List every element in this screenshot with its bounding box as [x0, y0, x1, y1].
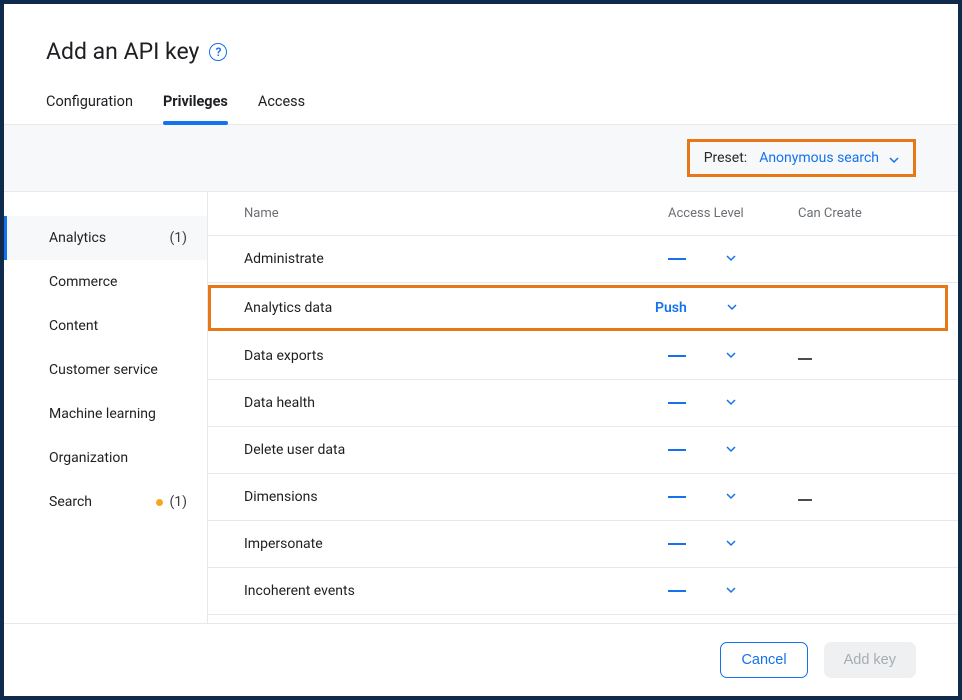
privilege-name: Delete user data: [244, 442, 668, 458]
sidebar-item-count-wrap: (1): [156, 494, 187, 510]
chevron-down-icon: [726, 251, 736, 267]
sidebar-item-label: Customer service: [49, 362, 158, 378]
sidebar-item-label: Machine learning: [49, 406, 156, 422]
preset-bar: Preset: Anonymous search: [4, 125, 958, 192]
table-row: Delete user data: [208, 427, 958, 474]
access-level-dropdown[interactable]: [668, 536, 798, 552]
can-create-cell: [798, 348, 928, 364]
preset-label: Preset:: [704, 150, 748, 166]
privilege-name: Dimensions: [244, 489, 668, 505]
col-header-access-level: Access Level: [668, 206, 798, 221]
page-title: Add an API key: [46, 38, 199, 65]
sidebar-item-label: Analytics: [49, 230, 106, 246]
cancel-button[interactable]: Cancel: [720, 642, 807, 678]
table-row: Dimensions: [208, 474, 958, 521]
privilege-name: Impersonate: [244, 536, 668, 552]
sidebar-item-search[interactable]: Search (1): [4, 480, 207, 524]
privileges-table: Name Access Level Can Create Administrat…: [208, 192, 958, 623]
access-level-dropdown[interactable]: [668, 442, 798, 458]
privilege-name: Incoherent events: [244, 583, 668, 599]
access-level-dropdown[interactable]: [668, 489, 798, 505]
preset-dropdown[interactable]: Anonymous search: [759, 150, 899, 166]
tab-configuration[interactable]: Configuration: [46, 83, 133, 124]
sidebar-item-content[interactable]: Content: [4, 304, 207, 348]
chevron-down-icon: [726, 395, 736, 411]
sidebar-item-label: Commerce: [49, 274, 117, 290]
sidebar-item-machine-learning[interactable]: Machine learning: [4, 392, 207, 436]
sidebar-item-commerce[interactable]: Commerce: [4, 260, 207, 304]
table-row: Data exports: [208, 333, 958, 380]
chevron-down-icon: [727, 300, 737, 316]
table-row: Analytics dataPush: [208, 285, 948, 331]
sidebar-item-label: Content: [49, 318, 98, 334]
dash-icon: [668, 355, 686, 357]
warning-dot-icon: [156, 499, 163, 506]
sidebar-item-label: Organization: [49, 450, 128, 466]
table-header-row: Name Access Level Can Create: [208, 192, 958, 236]
dash-icon: [668, 449, 686, 451]
dash-icon: [668, 590, 686, 592]
preset-value-text: Anonymous search: [759, 150, 879, 166]
sidebar-item-count: (1): [169, 494, 187, 510]
dash-icon: [798, 499, 812, 501]
privilege-name: Data health: [244, 395, 668, 411]
sidebar-item-customer-service[interactable]: Customer service: [4, 348, 207, 392]
table-row: Impersonate: [208, 521, 958, 568]
access-level-value: Push: [655, 300, 687, 316]
dash-icon: [668, 258, 686, 260]
privilege-name: Administrate: [244, 251, 668, 267]
col-header-name: Name: [244, 206, 668, 221]
chevron-down-icon: [726, 348, 736, 364]
chevron-down-icon: [726, 536, 736, 552]
col-header-can-create: Can Create: [798, 206, 928, 221]
chevron-down-icon: [889, 153, 899, 163]
tabs: Configuration Privileges Access: [4, 83, 958, 125]
category-sidebar: Analytics (1) Commerce Content Customer …: [4, 192, 208, 623]
tab-privileges[interactable]: Privileges: [163, 83, 228, 124]
access-level-dropdown[interactable]: Push: [655, 300, 785, 316]
table-row: Administrate: [208, 236, 958, 283]
access-level-dropdown[interactable]: [668, 348, 798, 364]
dash-icon: [668, 402, 686, 404]
sidebar-item-analytics[interactable]: Analytics (1): [4, 216, 207, 260]
table-row: Data health: [208, 380, 958, 427]
chevron-down-icon: [726, 442, 736, 458]
privilege-name: Data exports: [244, 348, 668, 364]
content-area: Analytics (1) Commerce Content Customer …: [4, 192, 958, 624]
modal-header: Add an API key ?: [4, 4, 958, 83]
sidebar-item-count: (1): [169, 230, 187, 246]
chevron-down-icon: [726, 489, 736, 505]
chevron-down-icon: [726, 583, 736, 599]
access-level-dropdown[interactable]: [668, 583, 798, 599]
table-row: Incoherent events: [208, 568, 958, 615]
sidebar-item-label: Search: [49, 494, 92, 510]
preset-selector-highlight: Preset: Anonymous search: [687, 139, 916, 177]
dash-icon: [668, 543, 686, 545]
add-api-key-modal: Add an API key ? Configuration Privilege…: [4, 4, 958, 696]
dash-icon: [668, 496, 686, 498]
dash-icon: [798, 358, 812, 360]
access-level-dropdown[interactable]: [668, 251, 798, 267]
modal-footer: Cancel Add key: [4, 624, 958, 696]
privilege-name: Analytics data: [244, 300, 655, 316]
add-key-button[interactable]: Add key: [824, 642, 916, 678]
can-create-cell: [798, 489, 928, 505]
help-icon[interactable]: ?: [209, 43, 227, 61]
access-level-dropdown[interactable]: [668, 395, 798, 411]
tab-access[interactable]: Access: [258, 83, 305, 124]
sidebar-item-organization[interactable]: Organization: [4, 436, 207, 480]
